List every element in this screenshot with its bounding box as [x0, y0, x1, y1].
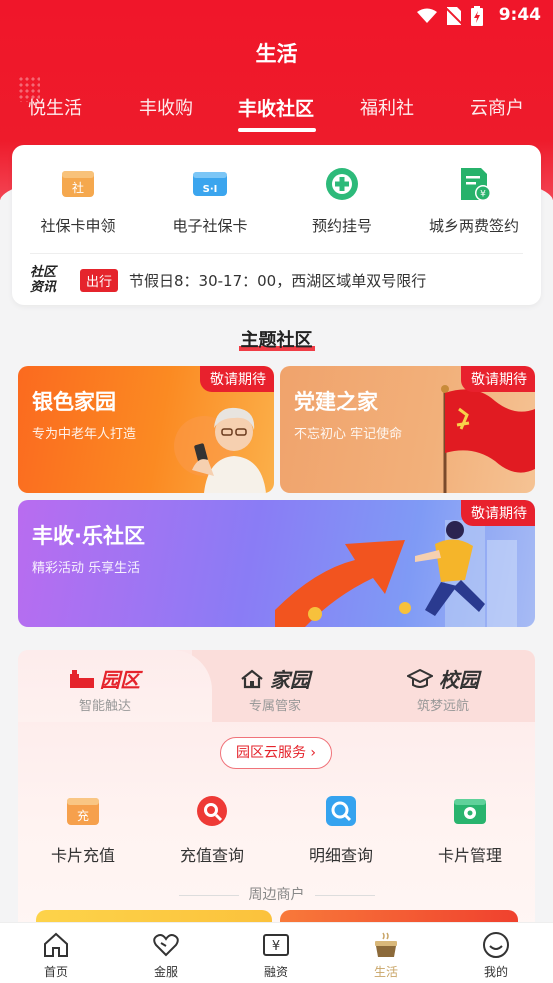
service-label: 电子社保卡 — [172, 217, 248, 235]
search-coin-icon — [193, 792, 231, 830]
yuan-icon: ¥ — [262, 931, 290, 959]
feature-silver-home[interactable]: 银色家园 专为中老年人打造 敬请期待 — [18, 366, 274, 493]
tabbar-label: 我的 — [483, 965, 508, 979]
clock: 9:44 — [498, 5, 541, 25]
park-building-icon — [70, 669, 94, 688]
card-recharge[interactable]: 充 卡片充值 — [28, 792, 138, 866]
coming-soon-badge: 敬请期待 — [461, 366, 535, 392]
no-sim-icon — [447, 7, 461, 25]
service-social-card-apply[interactable]: 社 社保卡申领 — [12, 165, 144, 236]
feature-title: 丰收·乐社区 — [32, 524, 145, 548]
tab-subtitle: 智能触达 — [78, 699, 131, 714]
nearby-merchants-title: 周边商户 — [18, 884, 535, 904]
community-news-logo: 社区资讯 — [30, 265, 57, 295]
e-card-icon: S·I — [191, 165, 229, 203]
active-tab-indicator — [238, 128, 316, 132]
service-label: 社保卡申领 — [40, 217, 116, 235]
tabbar-label: 生活 — [373, 965, 398, 979]
status-bar: 9:44 — [0, 0, 553, 32]
svg-text:¥: ¥ — [480, 190, 486, 200]
tab-subtitle: 筑梦远航 — [416, 699, 469, 714]
heart-icon — [152, 931, 180, 959]
svg-text:社: 社 — [72, 180, 84, 195]
news-ticker-text[interactable]: 节假日8：30-17：00，西湖区域单双号限行 — [129, 270, 426, 291]
home-icon — [42, 931, 70, 959]
feature-party-home[interactable]: 党建之家 不忘初心 牢记使命 敬请期待 — [280, 366, 535, 493]
svg-text:S·I: S·I — [203, 184, 218, 195]
service-label: 城乡两费签约 — [428, 217, 519, 235]
tabbar-finance[interactable]: 金服 — [126, 931, 206, 980]
party-flag-illustration — [441, 385, 535, 493]
svg-text:¥: ¥ — [272, 939, 280, 954]
tabbar-label: 首页 — [43, 965, 68, 979]
service-e-social-card[interactable]: S·I 电子社保卡 — [144, 165, 276, 236]
tabbar-home[interactable]: 首页 — [16, 931, 96, 980]
feature-subtitle: 专为中老年人打造 — [32, 427, 137, 442]
tab-subtitle: 专属管家 — [248, 699, 301, 714]
tab-campus[interactable]: 校园 筑梦远航 — [358, 664, 528, 714]
feature-title: 银色家园 — [32, 390, 116, 414]
function-label: 明细查询 — [308, 846, 373, 865]
tab-yue-life[interactable]: 悦生活 — [28, 94, 82, 120]
svg-text:充: 充 — [77, 808, 89, 823]
section-title: 主题社区 — [238, 330, 315, 351]
feature-happy-community[interactable]: 丰收·乐社区 精彩活动 乐享生活 敬请期待 — [18, 500, 535, 627]
recharge-card-icon: 充 — [64, 792, 102, 830]
tab-cloud-merchant[interactable]: 云商户 — [470, 94, 524, 120]
coming-soon-badge: 敬请期待 — [461, 500, 535, 526]
service-appointment[interactable]: 预约挂号 — [276, 165, 408, 236]
function-label: 卡片充值 — [50, 846, 115, 865]
card-settings-icon — [451, 792, 489, 830]
feature-subtitle: 精彩活动 乐享生活 — [32, 561, 141, 576]
search-detail-icon — [322, 792, 360, 830]
house-icon — [241, 669, 263, 688]
tab-welfare[interactable]: 福利社 — [360, 94, 414, 120]
function-label: 充值查询 — [179, 846, 244, 865]
tabbar-label: 融资 — [263, 965, 288, 979]
medical-plus-icon — [323, 165, 361, 203]
service-urban-rural-fees[interactable]: ¥ 城乡两费签约 — [408, 165, 540, 236]
coming-soon-badge: 敬请期待 — [200, 366, 274, 392]
tabbar-label: 金服 — [153, 965, 178, 979]
tabbar-financing[interactable]: ¥ 融资 — [236, 931, 316, 980]
services-card: 社 社保卡申领 S·I 电子社保卡 预约挂号 ¥ 城乡两费签约 社区资讯 出行 … — [12, 145, 541, 305]
tabbar-life[interactable]: 生活 — [346, 931, 426, 980]
tabbar-mine[interactable]: 我的 — [456, 931, 536, 980]
news-tag: 出行 — [80, 269, 119, 292]
divider — [30, 253, 523, 254]
smile-icon — [482, 931, 510, 959]
graduation-cap-icon — [407, 668, 433, 688]
battery-icon — [471, 6, 483, 26]
feature-subtitle: 不忘初心 牢记使命 — [294, 427, 403, 442]
life-cup-icon — [372, 931, 400, 959]
park-cloud-service-button[interactable]: 园区云服务 › — [220, 737, 332, 769]
recharge-query[interactable]: 充值查询 — [157, 792, 267, 866]
feature-title: 党建之家 — [294, 390, 378, 414]
tab-home[interactable]: 家园 专属管家 — [190, 664, 360, 714]
document-yuan-icon: ¥ — [455, 165, 493, 203]
tab-fengshou-community[interactable]: 丰收社区 — [238, 94, 314, 121]
detail-query[interactable]: 明细查询 — [286, 792, 396, 866]
social-card-icon: 社 — [59, 165, 97, 203]
page-title: 生活 — [255, 42, 298, 66]
tab-fengshou-buy[interactable]: 丰收购 — [139, 94, 193, 120]
wifi-icon — [417, 8, 437, 23]
function-label: 卡片管理 — [437, 846, 502, 865]
bottom-tab-bar: 首页 金服 ¥ 融资 生活 我的 — [0, 922, 553, 983]
card-management[interactable]: 卡片管理 — [415, 792, 525, 866]
service-label: 预约挂号 — [311, 217, 372, 235]
tab-park[interactable]: 园区 智能触达 — [20, 664, 190, 714]
campus-services-panel: 园区 智能触达 家园 专属管家 校园 筑梦远航 园区云服务 › 充 卡片充值 充… — [18, 650, 535, 940]
